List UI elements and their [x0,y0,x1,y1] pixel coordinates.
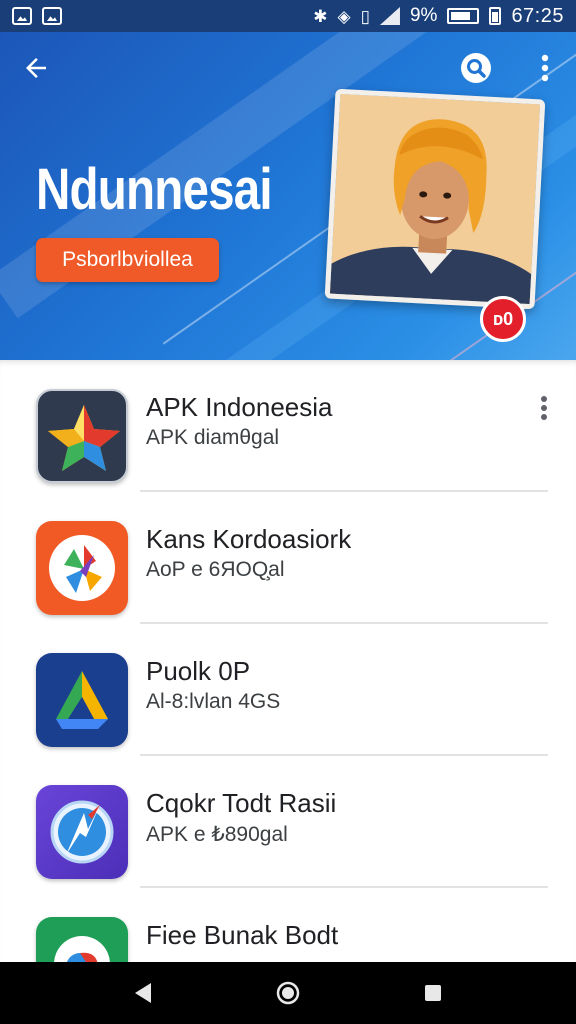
nav-home-button[interactable] [258,968,318,1018]
list-item[interactable]: APK Indoneesia APK diamθgal [0,360,576,492]
signal-icon [379,7,400,25]
star-app-icon-graphic [48,405,120,471]
list-item[interactable]: Puolk 0P Al-8:lvlan 4GS [0,624,576,756]
star-app-icon [36,389,128,483]
app-subtitle: APK diamθgal [146,426,280,449]
status-right: ✱ ◈ ▯ ‪9% 67:25 [313,5,564,28]
app-name: Cqokr Todt Rasii [146,788,337,818]
person-portrait-illustration [329,93,541,305]
pinwheel-app-icon-graphic [49,535,115,601]
more-options-button[interactable] [528,48,562,88]
data-saver-icon: ◈ [337,6,351,26]
image-icon [12,7,32,25]
photo-icon [42,7,62,25]
badge-icon: ᴅ0 [480,296,526,342]
search-button[interactable] [456,48,496,88]
bluetooth-icon: ✱ [313,6,328,26]
status-left [12,7,62,25]
home-nav-icon [276,981,300,1005]
banner-title: Ndunnesai [36,157,273,222]
app-list: APK Indoneesia APK diamθgal Kans Kordoas… [0,360,576,962]
triangle-app-icon [36,653,128,747]
nav-back-button[interactable] [113,968,173,1018]
banner-cta-button[interactable]: Psborlbviollea [36,238,219,282]
battery-icon [447,8,480,24]
arrow-back-icon [26,58,46,78]
app-name: Kans Kordoasiork [146,524,352,554]
back-nav-icon [134,983,151,1003]
app-subtitle: AoP e 6ЯOQ̧al [146,558,285,581]
triangle-app-icon-graphic [56,671,108,729]
more-vert-icon [541,54,549,82]
banner-photo [324,88,546,310]
pinwheel-app-icon [36,521,128,615]
recents-nav-icon [425,985,442,1001]
status-bar: ✱ ◈ ▯ ‪9% 67:25 [0,0,576,32]
clock: 67:25 [511,4,564,27]
back-button[interactable] [14,48,58,88]
nav-recents-button[interactable] [403,968,463,1018]
app-name: Puolk 0P [146,656,251,686]
battery-small-icon [489,7,502,25]
app-subtitle: APK e ₺890gal [146,823,288,846]
more-vert-icon [541,396,547,420]
app-name: Fiee Bunak Bodt [146,920,339,950]
maps-app-icon [36,917,128,962]
app-name: APK Indoneesia [146,392,333,422]
search-icon [461,53,491,83]
list-item[interactable]: Cqokr Todt Rasii APK e ₺890gal [0,756,576,888]
compass-app-icon-graphic [50,800,114,864]
hero-banner[interactable]: Ndunnesai Psborlbviollea ᴅ0 [0,32,576,360]
battery-percent: ‪9% [409,5,438,26]
compass-app-icon [36,785,128,879]
list-item[interactable]: Fiee Bunak Bodt [0,888,576,962]
row-more-button[interactable] [530,388,558,428]
list-item[interactable]: Kans Kordoasiork AoP e 6ЯOQ̧al [0,492,576,624]
vibrate-icon: ▯ [360,6,370,26]
maps-app-icon-graphic [54,936,110,962]
app-subtitle: Al-8:lvlan 4GS [146,690,281,713]
navigation-bar [0,962,576,1024]
